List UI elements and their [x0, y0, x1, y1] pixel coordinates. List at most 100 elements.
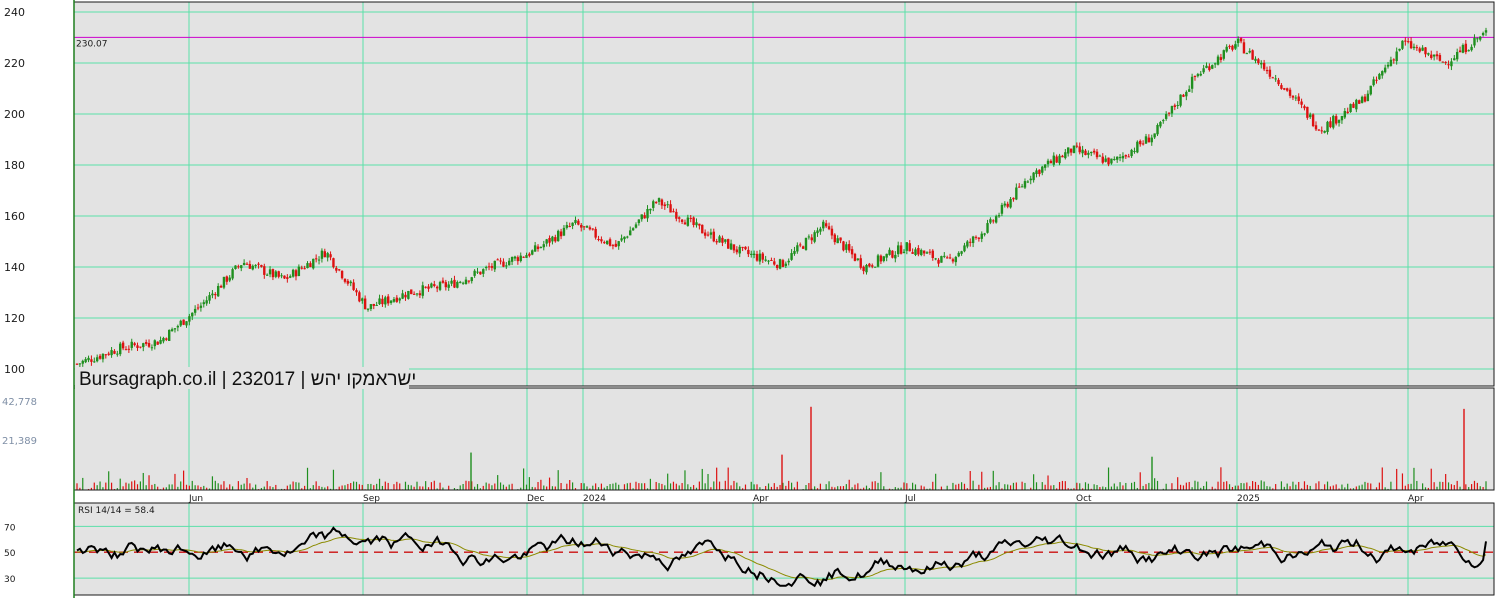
candle-body	[1035, 170, 1038, 175]
candle-body	[1020, 186, 1024, 188]
candle-body	[1216, 56, 1220, 65]
candle-body	[969, 241, 972, 243]
candle-body	[784, 263, 788, 266]
candle-body	[479, 271, 482, 275]
candle-body	[1107, 157, 1110, 165]
candle-body	[793, 250, 796, 254]
candle-body	[1251, 50, 1254, 60]
candle-body	[303, 268, 306, 270]
candle-body	[317, 259, 321, 261]
candle-body	[1401, 40, 1404, 49]
candle-body	[1398, 48, 1401, 51]
candle-body	[580, 224, 583, 228]
candle-body	[623, 236, 626, 240]
candle-body	[1164, 114, 1168, 119]
candle-body	[983, 233, 986, 235]
candle-body	[533, 245, 537, 252]
volume-tick-label: 42,778	[2, 397, 37, 408]
candle-body	[735, 249, 739, 253]
y-axis-labels: 100 120 140 160 180 200 220 240 42,778 21,389 70 50…	[2, 6, 37, 585]
candle-body	[657, 198, 661, 202]
candle-body	[1343, 110, 1347, 118]
candle-body	[372, 303, 375, 306]
candle-body	[369, 304, 373, 310]
candle-body	[274, 271, 278, 277]
candle-body	[1432, 54, 1436, 57]
candle-body	[698, 223, 701, 226]
candle-body	[196, 307, 200, 309]
candle-body	[101, 353, 105, 360]
candle-body	[799, 244, 802, 246]
candle-body	[945, 257, 949, 259]
candle-body	[1090, 151, 1093, 154]
candle-body	[712, 231, 715, 242]
candle-body	[637, 219, 641, 224]
candle-body	[392, 299, 396, 302]
y-tick-label: 220	[4, 57, 25, 70]
candle-body	[470, 277, 473, 282]
candle-body	[755, 254, 759, 261]
candle-body	[605, 240, 609, 245]
candle-body	[1314, 125, 1318, 130]
candle-body	[1283, 88, 1286, 90]
candle-body	[435, 286, 439, 289]
candle-body	[1288, 89, 1292, 96]
candle-body	[891, 250, 894, 258]
candle-body	[87, 357, 90, 361]
candle-body	[441, 280, 445, 283]
candle-body	[948, 257, 952, 259]
candle-body	[294, 270, 298, 277]
candle-body	[459, 281, 462, 283]
candle-body	[453, 279, 456, 288]
candle-body	[726, 239, 730, 249]
candle-body	[1311, 114, 1315, 127]
candle-body	[778, 259, 782, 269]
candle-body	[582, 226, 586, 228]
candle-body	[1386, 64, 1390, 67]
candle-body	[1213, 63, 1217, 65]
candle-body	[150, 347, 154, 349]
candle-body	[1058, 155, 1061, 164]
candle-body	[159, 339, 162, 344]
candle-body	[801, 246, 805, 249]
y-tick-label: 180	[4, 159, 25, 172]
candle-body	[548, 238, 551, 243]
candle-body	[914, 249, 917, 255]
candle-body	[1219, 57, 1223, 61]
candle-body	[1133, 150, 1136, 152]
candle-body	[559, 231, 563, 237]
candle-body	[536, 246, 540, 250]
candle-body	[729, 243, 733, 250]
candle-body	[1430, 54, 1433, 58]
candle-body	[1023, 181, 1027, 188]
candle-body	[1009, 198, 1012, 208]
candle-body	[461, 282, 465, 284]
candle-body	[1329, 121, 1332, 128]
candle-body	[450, 280, 453, 284]
candle-body	[1012, 197, 1015, 200]
candle-body	[314, 258, 318, 260]
candle-body	[882, 256, 885, 261]
candle-body	[407, 290, 410, 299]
candle-body	[110, 350, 113, 356]
candle-body	[614, 243, 618, 247]
candle-body	[994, 216, 998, 223]
candle-body	[1003, 203, 1007, 206]
candle-body	[1248, 50, 1251, 53]
candle-body	[1349, 104, 1352, 113]
candle-body	[1268, 69, 1272, 77]
candle-body	[631, 228, 635, 231]
candle-body	[675, 211, 678, 219]
candle-body	[1271, 77, 1274, 79]
candle-body	[1461, 45, 1465, 53]
candle-body	[265, 274, 269, 276]
candle-body	[98, 355, 102, 359]
candle-body	[652, 201, 655, 208]
candle-body	[1081, 149, 1084, 154]
candle-body	[447, 284, 450, 288]
candle-body	[1066, 147, 1070, 154]
candle-body	[170, 329, 174, 332]
candle-body	[1435, 54, 1439, 57]
candle-body	[1104, 158, 1107, 162]
candle-body	[286, 277, 289, 279]
